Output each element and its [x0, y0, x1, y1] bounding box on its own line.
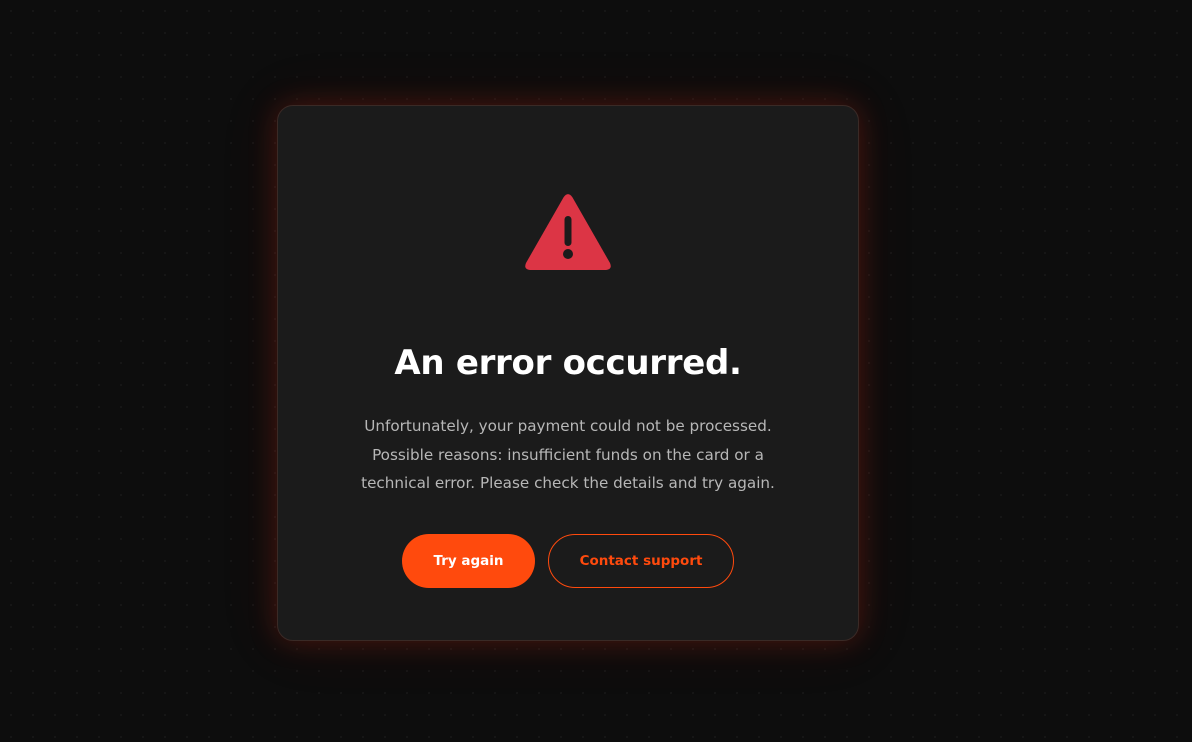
error-title: An error occurred. — [394, 343, 742, 383]
contact-support-button[interactable]: Contact support — [548, 534, 734, 588]
warning-icon — [525, 194, 611, 270]
try-again-button[interactable]: Try again — [402, 534, 535, 588]
error-message: Unfortunately, your payment could not be… — [361, 417, 775, 492]
